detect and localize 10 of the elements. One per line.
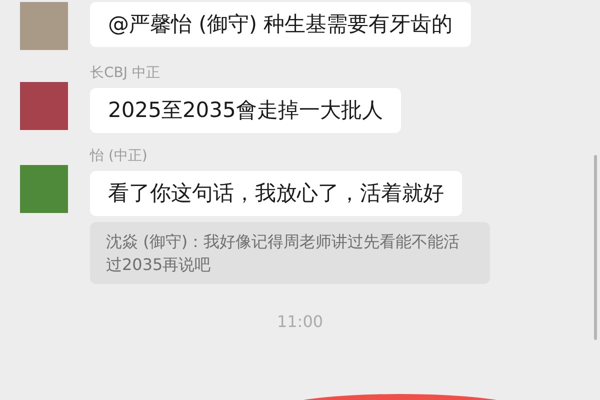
- quoted-message: 沈焱 (御守)：我好像记得周老师讲过先看能不能活过2035再说吧: [90, 222, 490, 284]
- sender-name: 长CBJ 中正: [90, 64, 160, 82]
- message-bubble: @严馨怡 (御守) 种生基需要有牙齿的: [90, 2, 471, 47]
- avatar-placeholder: [20, 2, 68, 50]
- timestamp: 11:00: [276, 312, 324, 331]
- sender-name: 怡 (中正): [90, 147, 148, 165]
- message-bubble: 2025至2035會走掉一大批人: [90, 88, 401, 133]
- avatar-placeholder: [20, 165, 68, 213]
- message-bubble: 看了你这句话，我放心了，活着就好: [90, 171, 462, 216]
- avatar-placeholder: [20, 82, 68, 130]
